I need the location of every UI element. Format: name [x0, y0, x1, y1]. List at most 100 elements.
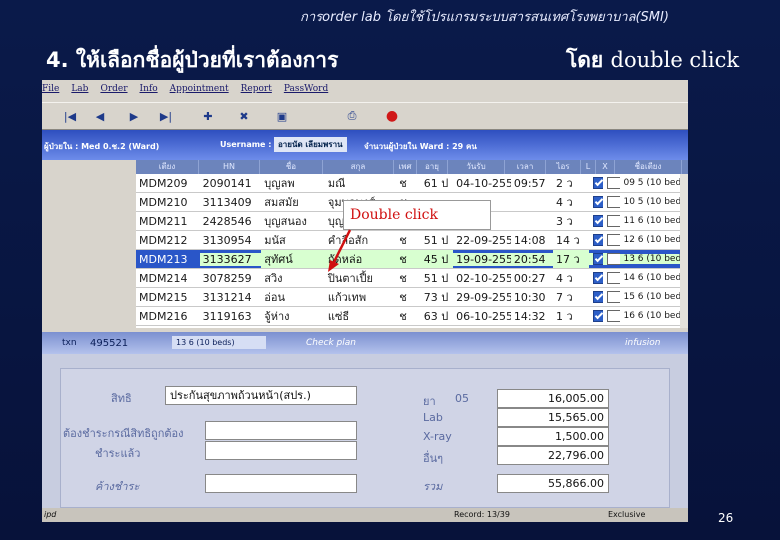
cell-date: 22-09-2551	[456, 233, 511, 247]
cell-name: สวิง	[264, 272, 283, 285]
pay-field[interactable]	[205, 421, 357, 440]
x-checkbox[interactable]	[606, 177, 621, 189]
menu-item-2[interactable]: Order	[100, 84, 127, 94]
cell-hn: 2428546	[202, 214, 252, 228]
cell-dur: 7 ว	[555, 291, 573, 304]
save-icon[interactable]: ▣	[272, 106, 292, 126]
app-window: File Lab Order Info Appointment Report PassWor…	[42, 80, 688, 522]
menubar: File Lab Order Info Appointment Report PassWor…	[42, 84, 688, 100]
column-header[interactable]: ชื่อเตียง	[615, 160, 682, 174]
cell-l	[589, 291, 603, 303]
menu-item-0[interactable]: File	[42, 84, 59, 94]
x-checkbox[interactable]	[606, 215, 621, 227]
total-label: รวม	[423, 480, 443, 493]
bill-item-sub: 05	[455, 392, 469, 405]
l-checkbox[interactable]	[593, 234, 603, 246]
cell-name: จู้ห่าง	[264, 310, 290, 323]
last-record-icon[interactable]: ▶|	[156, 106, 176, 126]
detail-header: txn 495521 13 6 (10 beds) Check plan inf…	[42, 332, 688, 354]
table-row[interactable]: MDM2153131214อ่อนแก้วเทพช73 ป29-09-25511…	[136, 288, 688, 307]
column-header[interactable]: L	[581, 160, 596, 174]
heading-left: 4. ให้เลือกชื่อผู้ป่วยที่เราต้องการ	[46, 48, 339, 72]
delete-icon[interactable]: ✖	[234, 106, 254, 126]
username-field[interactable]: อายนัด เลียมพราน	[274, 137, 347, 152]
l-checkbox[interactable]	[593, 291, 603, 303]
menu-item-6[interactable]: PassWord	[284, 84, 328, 94]
cell-date: 06-10-2551	[456, 309, 511, 323]
x-checkbox[interactable]	[606, 234, 621, 246]
cell-name: มนัส	[264, 234, 286, 247]
column-header[interactable]: ไอร	[546, 160, 581, 174]
l-checkbox[interactable]	[593, 310, 603, 322]
prev-record-icon[interactable]: ◀	[90, 106, 110, 126]
cell-l	[589, 215, 603, 227]
record-icon[interactable]: ●	[382, 106, 402, 126]
cell-bed: 10 5 (10 beds)	[623, 197, 688, 207]
column-header[interactable]: เวลา	[505, 160, 546, 174]
print-icon[interactable]: ⎙	[342, 106, 362, 126]
menu-item-3[interactable]: Info	[140, 84, 158, 94]
next-record-icon[interactable]: ▶	[124, 106, 144, 126]
heading-right-en: double click	[610, 48, 740, 72]
l-checkbox[interactable]	[593, 177, 603, 189]
column-header[interactable]: เพศ	[394, 160, 417, 174]
grid-scrollbar[interactable]	[680, 174, 688, 328]
column-header[interactable]: เตียง	[136, 160, 199, 174]
column-header[interactable]: อายุ	[417, 160, 448, 174]
first-record-icon[interactable]: |◀	[60, 106, 80, 126]
cell-l	[589, 310, 603, 322]
l-checkbox[interactable]	[593, 272, 603, 284]
menu-item-1[interactable]: Lab	[71, 84, 88, 94]
menu-item-5[interactable]: Report	[241, 84, 272, 94]
status-record: Record: 13/39	[454, 510, 510, 519]
cell-bed: 11 6 (10 beds)	[623, 216, 688, 226]
rights-field[interactable]: ประกันสุขภาพถ้วนหน้า(สปร.)	[165, 386, 357, 405]
l-checkbox[interactable]	[593, 215, 603, 227]
table-row[interactable]: MDM212 3130954 มนัส คำลือสักช 51 ป 22-09-255 1…	[136, 231, 688, 250]
cell-dur: 2 ว	[555, 177, 573, 190]
l-checkbox[interactable]	[593, 253, 603, 265]
x-checkbox[interactable]	[606, 272, 621, 284]
x-checkbox[interactable]	[606, 253, 621, 265]
table-row[interactable]: MDM213 3133627 สุทัศน์ กัดหล่อช 45 ป 19-09-25…	[136, 250, 688, 269]
billing-panel: สิทธิ ประกันสุขภาพถ้วนหน้า(สปร.) ต้องชำร…	[60, 368, 670, 508]
cell-x	[603, 272, 621, 284]
table-row[interactable]: MDM214 3078259 สวิง ปินตาเปี้ยช 51 ป 02-10-25…	[136, 269, 688, 288]
cell-an: MDM210	[139, 195, 188, 209]
x-checkbox[interactable]	[606, 196, 621, 208]
total-field: 55,866.00	[497, 474, 609, 493]
table-row[interactable]: MDM216 3119163 จู้ห่าง แซ่ธี ช 63 ป 06-10-255 1…	[136, 307, 688, 326]
detail-panel: txn 495521 13 6 (10 beds) Check plan inf…	[42, 332, 688, 522]
outstanding-field[interactable]	[205, 474, 357, 493]
cell-date: 02-10-2551	[456, 271, 511, 285]
cell-bed: 12 6 (10 beds)	[623, 235, 688, 245]
column-header[interactable]: X	[596, 160, 615, 174]
username-label: Username :	[220, 140, 272, 149]
column-header[interactable]: HN	[199, 160, 260, 174]
rights-label: สิทธิ	[111, 392, 132, 405]
cell-sex: ช	[399, 177, 407, 190]
top-caption: การorder lab โดยใช้โปรแกรมระบบสารสนเทศโร…	[300, 10, 669, 25]
cell-time: 14:32	[513, 309, 546, 323]
table-row[interactable]: MDM209 2090141 บุญลพ มณี ช 61 ป 04-10-255109:5…	[136, 174, 688, 193]
cell-age: 51 ป	[423, 234, 449, 247]
cell-bed: 09 5 (10 beds)	[623, 178, 688, 188]
paid-field[interactable]	[205, 441, 357, 460]
cell-sex: ช	[399, 234, 407, 247]
infusion-link[interactable]: infusion	[625, 338, 660, 348]
l-checkbox[interactable]	[593, 196, 603, 208]
x-checkbox[interactable]	[606, 310, 621, 322]
patient-grid: เตียง HN ชื่อ สกุล เพศ อายุ วันรับ เวลา ไอร L X ชื่…	[136, 160, 688, 328]
cell-surname: แซ่ธี	[327, 310, 350, 323]
cell-age: 63 ป	[423, 310, 449, 323]
x-checkbox[interactable]	[606, 291, 621, 303]
column-header[interactable]: สกุล	[323, 160, 394, 174]
bill-item-label: ยา	[423, 395, 436, 408]
menu-item-4[interactable]: Appointment	[170, 84, 229, 94]
column-header[interactable]: ชื่อ	[260, 160, 323, 174]
new-icon[interactable]: ✚	[198, 106, 218, 126]
column-header[interactable]: วันรับ	[448, 160, 505, 174]
infobar: ผู้ป่วยใน : Med 0.ช.2 (Ward) Username : …	[42, 130, 688, 160]
check-plan-link[interactable]: Check plan	[306, 338, 356, 348]
cell-sex: ช	[399, 291, 407, 304]
